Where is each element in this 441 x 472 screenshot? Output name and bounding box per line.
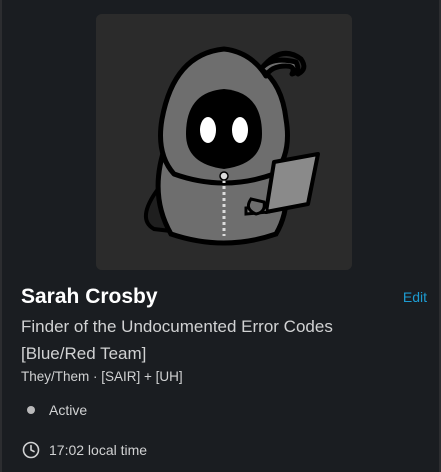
name-row: Sarah Crosby Edit [21,283,427,311]
edit-profile-link[interactable]: Edit [403,287,427,307]
profile-panel: Sarah Crosby Edit Finder of the Undocume… [0,0,441,472]
profile-avatar[interactable] [96,14,352,270]
profile-pronouns: They/Them · [SAIR] + [UH] [21,369,183,384]
profile-title-line2: [Blue/Red Team] [21,344,147,363]
presence-dot-icon [27,406,35,414]
hooded-figure-avatar-icon [96,14,352,270]
clock-icon [22,441,40,459]
profile-title-line1: Finder of the Undocumented Error Codes [21,317,333,336]
presence-status: Active [21,400,87,420]
local-time: 17:02 local time [21,440,147,460]
local-time-label: 17:02 local time [49,442,148,458]
profile-name: Sarah Crosby [21,285,158,308]
profile-title: Finder of the Undocumented Error Codes [… [21,313,421,367]
presence-status-label: Active [49,402,88,418]
